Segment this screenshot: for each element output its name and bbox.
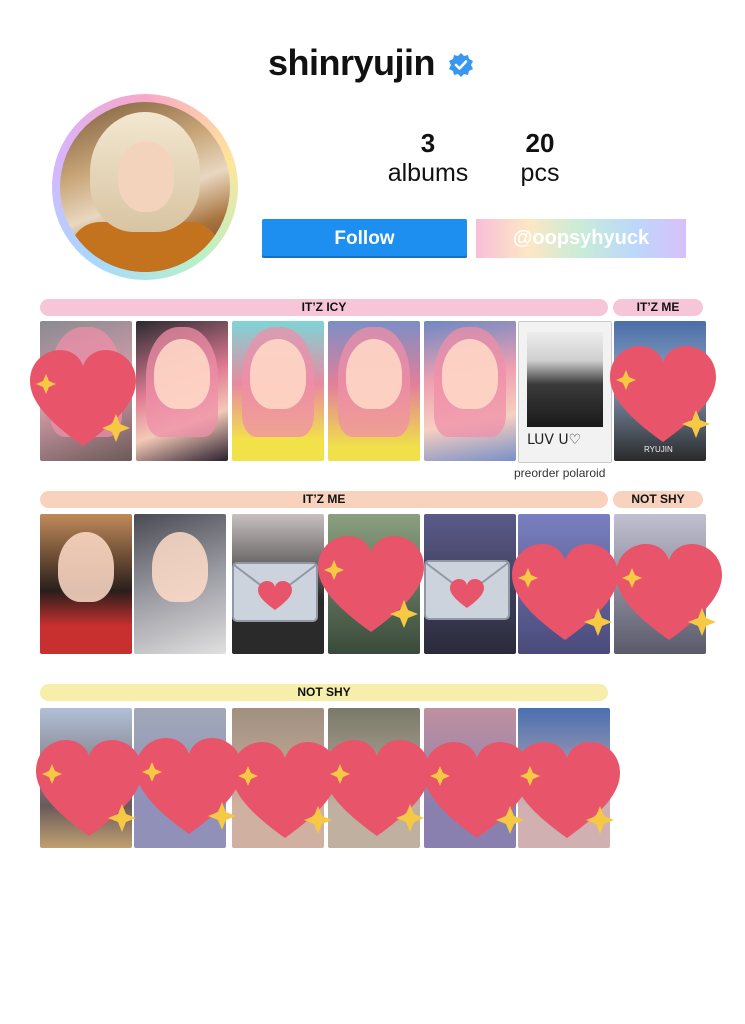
heart-sparkle-icon <box>608 342 718 452</box>
section-label-not-shy-1: NOT SHY <box>613 491 703 508</box>
photocard[interactable] <box>134 514 226 654</box>
follow-button[interactable]: Follow <box>262 219 467 258</box>
handle-button[interactable]: @oopsyhyuck <box>476 219 686 258</box>
photocard[interactable] <box>424 321 516 461</box>
section-label-itz-me-2: IT’Z ME <box>40 491 608 508</box>
stat-albums-value: 3 <box>420 128 436 158</box>
heart-sparkle-icon <box>510 540 620 650</box>
heart-sparkle-icon <box>512 738 622 848</box>
avatar-photo <box>60 102 230 272</box>
envelope-heart-icon <box>232 562 318 622</box>
envelope-heart-icon <box>424 560 510 620</box>
photocard[interactable] <box>232 321 324 461</box>
verified-badge-icon <box>449 53 473 77</box>
heart-sparkle-icon <box>322 736 432 846</box>
section-label-itz-icy: IT’Z ICY <box>40 299 608 316</box>
profile-avatar[interactable] <box>52 94 238 280</box>
stat-albums: 3 albums <box>378 128 478 188</box>
photocard[interactable] <box>136 321 228 461</box>
heart-sparkle-icon <box>614 540 724 650</box>
photocard[interactable] <box>40 514 132 654</box>
polaroid-card[interactable]: LUV U♡ <box>518 321 612 463</box>
stat-pcs: 20 pcs <box>498 128 582 188</box>
section-label-not-shy-2: NOT SHY <box>40 684 608 701</box>
heart-sparkle-icon <box>28 346 138 456</box>
stat-pcs-label: pcs <box>520 159 560 187</box>
heart-sparkle-icon <box>316 532 426 642</box>
stat-pcs-value: 20 <box>525 128 555 158</box>
section-label-itz-me-1: IT’Z ME <box>613 299 703 316</box>
profile-username: shinryujin <box>268 42 436 83</box>
stat-albums-label: albums <box>387 159 469 187</box>
heart-sparkle-icon <box>34 736 144 846</box>
photocard[interactable] <box>328 321 420 461</box>
polaroid-caption: preorder polaroid <box>514 466 606 480</box>
polaroid-written-text: LUV U♡ <box>527 432 582 448</box>
heart-sparkle-icon <box>134 734 244 844</box>
